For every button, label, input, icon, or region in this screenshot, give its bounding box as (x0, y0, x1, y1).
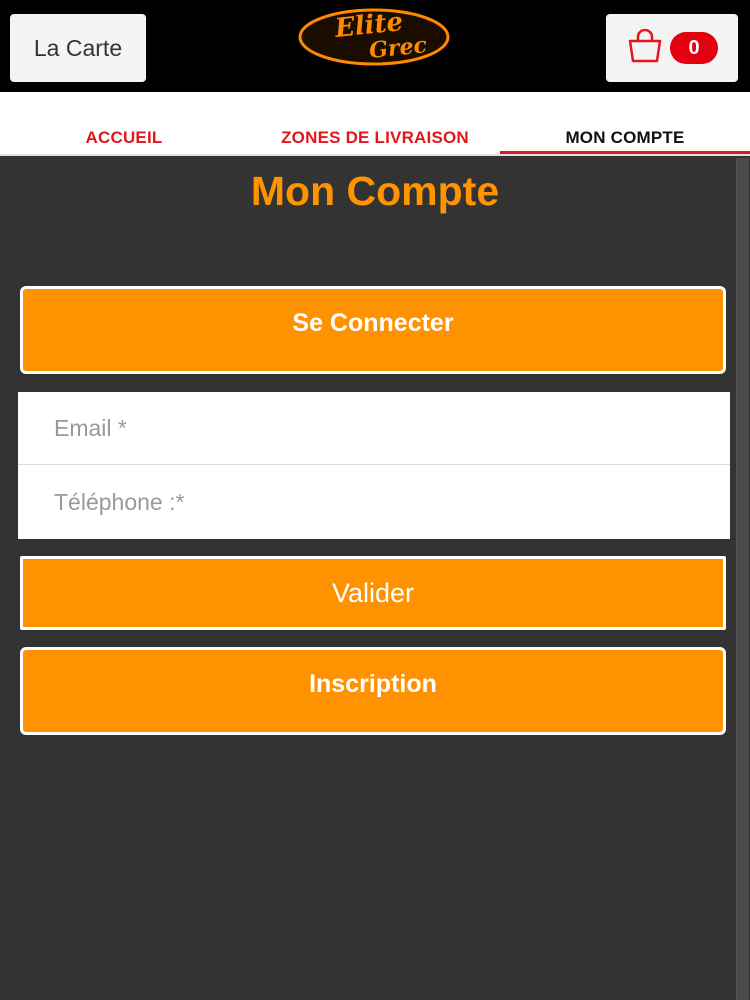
tab-zones-de-livraison[interactable]: ZONES DE LIVRAISON (250, 128, 500, 154)
main-nav: ACCUEIL ZONES DE LIVRAISON MON COMPTE (0, 92, 750, 156)
scrollbar[interactable] (736, 158, 749, 1000)
brand-logo[interactable]: Elite Grec (296, 6, 452, 68)
shopping-bag-icon (626, 28, 664, 68)
signup-button[interactable]: Inscription (20, 647, 726, 735)
submit-button[interactable]: Valider (20, 556, 726, 630)
cart-count-badge: 0 (670, 32, 718, 64)
top-bar: La Carte Elite Grec 0 (0, 0, 750, 92)
nav-divider (0, 154, 750, 156)
email-field[interactable] (18, 392, 730, 465)
cart-button[interactable]: 0 (606, 14, 738, 82)
page-title: Mon Compte (250, 168, 500, 214)
menu-button[interactable]: La Carte (10, 14, 146, 82)
login-form (18, 392, 730, 539)
phone-field[interactable] (18, 466, 730, 539)
login-button[interactable]: Se Connecter (20, 286, 726, 374)
tab-accueil[interactable]: ACCUEIL (0, 128, 248, 154)
